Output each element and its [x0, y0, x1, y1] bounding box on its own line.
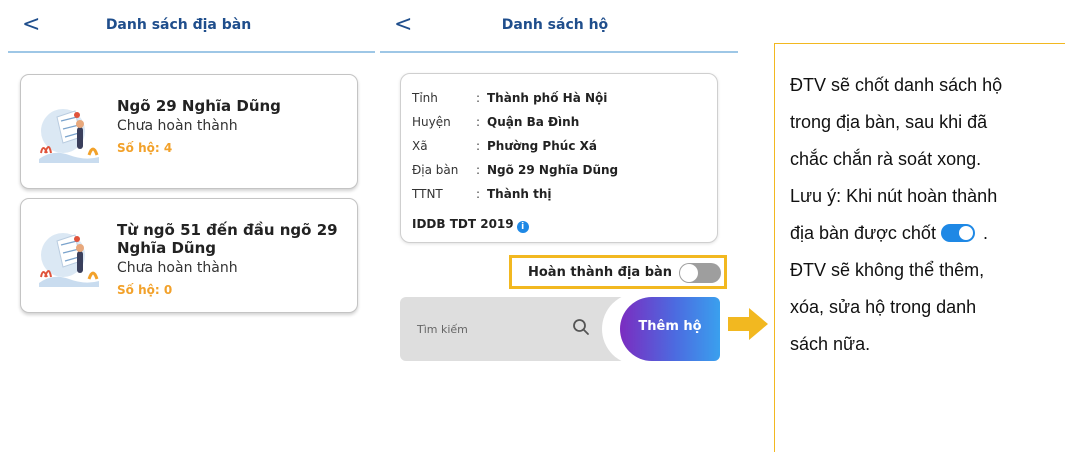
area-card[interactable]: Ngõ 29 Nghĩa Dũng Chưa hoàn thành Số hộ:… — [20, 74, 358, 189]
page-title: Danh sách hộ — [501, 17, 609, 33]
area-card[interactable]: Từ ngõ 51 đến đầu ngõ 29 Nghĩa Dũng Chưa… — [20, 198, 358, 313]
area-list-header: < Danh sách địa bàn — [0, 0, 375, 54]
info-value: Thành thị — [487, 187, 552, 201]
page-title: Danh sách địa bàn — [105, 17, 252, 33]
note-border-left — [774, 43, 775, 452]
iddb-code: IDDB TDT 2019 i — [412, 217, 529, 233]
complete-area-toggle[interactable] — [679, 263, 721, 283]
toggle-knob — [958, 226, 973, 240]
note-line: trong địa bàn, sau khi đã — [790, 112, 988, 132]
complete-area-row: Hoàn thành địa bàn — [509, 255, 727, 289]
info-value: Thành phố Hà Nội — [487, 91, 608, 105]
area-illustration-icon — [39, 233, 99, 287]
info-icon[interactable]: i — [516, 221, 529, 233]
info-colon: : — [476, 187, 481, 201]
area-name: Ngõ 29 Nghĩa Dũng — [117, 97, 281, 115]
arrow-right-icon — [728, 308, 768, 340]
info-colon: : — [476, 91, 481, 105]
toggle-on-icon — [940, 224, 975, 242]
area-info-card: Tỉnh : Thành phố Hà Nội Huyện : Quận Ba … — [400, 73, 718, 243]
household-count: Số hộ: 4 — [117, 141, 173, 155]
header-divider — [380, 51, 738, 53]
info-colon: : — [476, 139, 481, 153]
area-list-screen: < Danh sách địa bàn Ngõ 29 Nghĩa Dũng Ch… — [0, 0, 375, 452]
note-period: . — [982, 223, 988, 243]
add-household-label: Thêm hộ — [638, 319, 702, 334]
area-name: Từ ngõ 51 đến đầu ngõ 29 Nghĩa Dũng — [117, 221, 338, 257]
area-status: Chưa hoàn thành — [117, 118, 238, 134]
note-line: chắc chắn rà soát xong. — [790, 149, 982, 169]
area-status: Chưa hoàn thành — [117, 260, 238, 276]
note-line: xóa, sửa hộ trong danh — [790, 297, 977, 317]
household-list-header: < Danh sách hộ — [380, 0, 740, 54]
toggle-knob — [680, 264, 698, 282]
search-input[interactable]: Tìm kiếm — [417, 323, 468, 336]
info-value: Phường Phúc Xá — [487, 139, 597, 153]
note-line: ĐTV sẽ không thể thêm, — [790, 260, 985, 280]
note-line: ĐTV sẽ chốt danh sách hộ — [790, 75, 1003, 95]
info-colon: : — [476, 115, 481, 129]
info-label: Xã — [412, 139, 428, 153]
iddb-label: IDDB TDT 2019 — [412, 217, 514, 231]
add-household-button[interactable]: Thêm hộ — [620, 297, 720, 361]
note-line: Lưu ý: Khi nút hoàn thành — [790, 186, 998, 206]
instruction-note: ĐTV sẽ chốt danh sách hộ trong địa bàn, … — [790, 72, 1060, 368]
household-count: Số hộ: 0 — [117, 283, 173, 297]
info-label: Tỉnh — [412, 91, 438, 105]
info-label: TTNT — [412, 187, 443, 201]
info-value: Quận Ba Đình — [487, 115, 580, 129]
search-icon[interactable] — [572, 318, 590, 336]
area-illustration-icon — [39, 109, 99, 163]
note-line-text: địa bàn được chốt — [790, 223, 936, 243]
info-label: Huyện — [412, 115, 451, 129]
complete-area-label: Hoàn thành địa bàn — [528, 265, 673, 280]
info-colon: : — [476, 163, 481, 177]
note-line-with-toggle: địa bàn được chốt. — [790, 220, 1060, 257]
household-list-screen: < Danh sách hộ Tỉnh : Thành phố Hà Nội H… — [380, 0, 740, 452]
info-value: Ngõ 29 Nghĩa Dũng — [487, 163, 619, 177]
info-label: Địa bàn — [412, 163, 459, 177]
note-border-top — [775, 43, 1065, 44]
note-line: sách nữa. — [790, 334, 871, 354]
header-divider — [8, 51, 375, 53]
search-bar: Tìm kiếm Thêm hộ — [400, 297, 720, 361]
